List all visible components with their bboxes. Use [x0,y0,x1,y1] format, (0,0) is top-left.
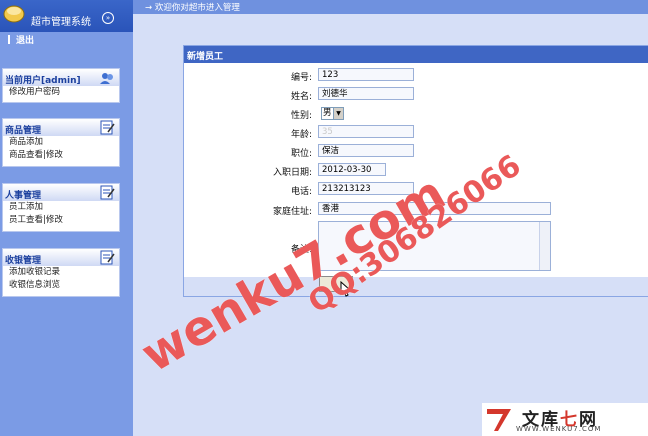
panel-title: 商品管理 [5,126,42,136]
menu-item-cashier-view[interactable]: 收银信息浏览 [3,279,119,292]
age-field[interactable]: 35 [318,125,414,138]
panel-title: 收银管理 [5,256,42,266]
menu-item-goods-view[interactable]: 商品查看|修改 [3,149,119,162]
hire-date-field[interactable]: 2012-03-30 [318,163,386,176]
panel-header[interactable]: 当前用户[admin] [3,69,119,86]
menu-item-cashier-add[interactable]: 添加收银记录 [3,266,119,279]
scrollbar[interactable] [539,222,550,270]
panel-cashier: 收银管理 添加收银记录 收银信息浏览 [2,248,120,297]
brand-mark-icon [487,409,511,431]
position-field[interactable]: 保洁 [318,144,414,157]
panel-title: 当前用户[admin] [5,76,81,86]
panel-header[interactable]: 商品管理 [3,119,119,136]
label-name: 姓名: [290,92,312,102]
edit-note-icon [100,250,115,265]
menu-item-employee-view[interactable]: 员工查看|修改 [3,214,119,227]
edit-note-icon [100,185,115,200]
panel-personnel: 人事管理 员工添加 员工查看|修改 [2,183,120,232]
sidebar-header: 超市管理系统 » [0,0,133,32]
panel-title: 人事管理 [5,191,42,201]
label-position: 职位: [290,149,312,159]
form-header: 新增员工 [184,46,648,63]
gender-value: 男 [323,108,332,118]
label-hire-date: 入职日期: [272,168,312,178]
menu-item-employee-add[interactable]: 员工添加 [3,201,119,214]
sidebar: 超市管理系统 » 退出 当前用户[admin] 修改用户密码 商品管理 商品添加… [0,0,133,436]
edit-note-icon [100,120,115,135]
label-phone: 电话: [290,187,312,197]
gender-select[interactable]: 男 ▼ [321,107,344,120]
menu-item-goods-add[interactable]: 商品添加 [3,136,119,149]
panel-goods: 商品管理 商品添加 商品查看|修改 [2,118,120,167]
id-field[interactable]: 123 [318,68,414,81]
name-field[interactable]: 刘德华 [318,87,414,100]
chevron-down-icon: ▼ [333,108,343,119]
label-gender: 性别: [290,111,312,121]
logout-marker [8,35,10,44]
users-icon [100,73,113,84]
app-title: 超市管理系统 [31,17,91,28]
logout-link[interactable]: 退出 [16,33,34,46]
label-age: 年龄: [290,130,312,140]
welcome-text: → 欢迎你对超市进入管理 [145,3,240,13]
label-id: 编号: [290,73,312,83]
panel-header[interactable]: 人事管理 [3,184,119,201]
panel-current-user: 当前用户[admin] 修改用户密码 [2,68,120,103]
label-address: 家庭住址: [272,207,312,217]
footer-logo: 文库七网 WWW.WENKU7.COM [482,403,648,436]
footer-url: WWW.WENKU7.COM [516,425,602,433]
panel-header[interactable]: 收银管理 [3,249,119,266]
double-chevron-down-icon[interactable]: » [102,12,114,24]
form-title: 新增员工 [187,52,224,62]
menu-item-change-password[interactable]: 修改用户密码 [3,86,119,99]
logo-icon [3,5,25,23]
